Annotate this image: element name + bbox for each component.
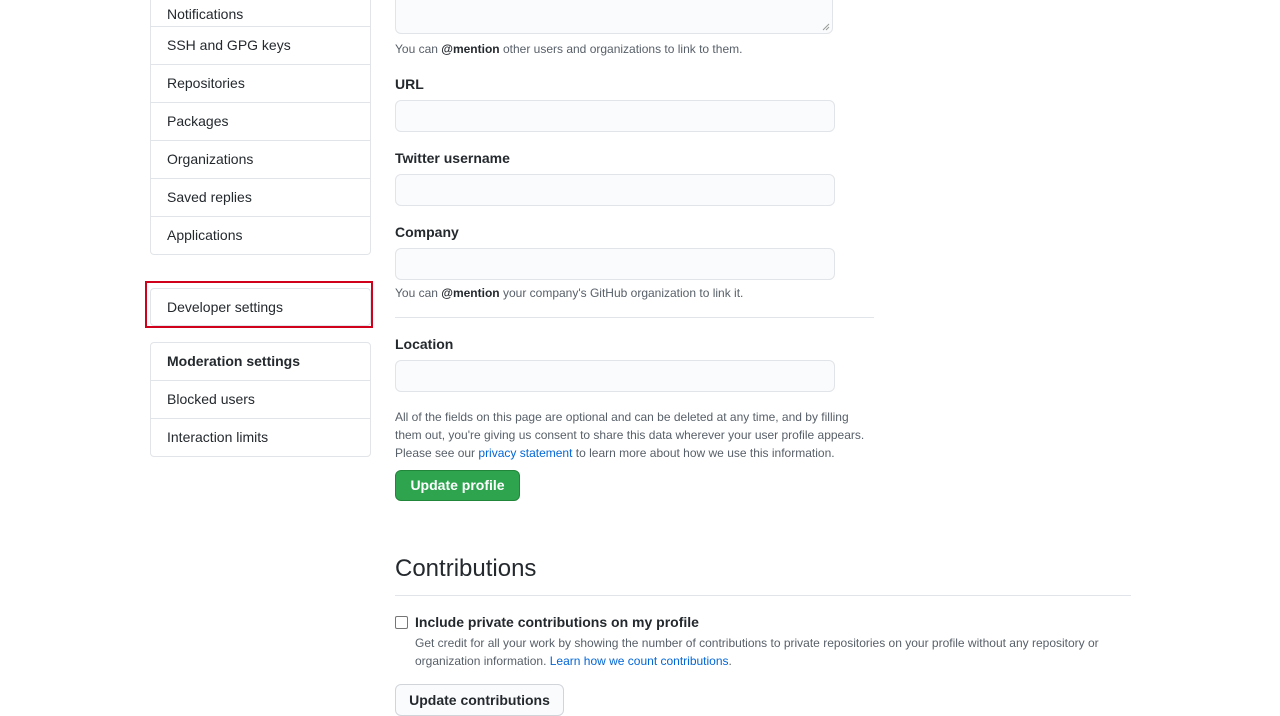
bio-note: You can @mention other users and organiz… (395, 42, 743, 56)
sidebar-item-repositories[interactable]: Repositories (151, 65, 370, 103)
private-contributions-description: Get credit for all your work by showing … (415, 636, 1099, 668)
update-profile-button[interactable]: Update profile (395, 470, 520, 501)
sidebar-item-saved-replies[interactable]: Saved replies (151, 179, 370, 217)
moderation-nav: Moderation settings Blocked users Intera… (150, 342, 371, 457)
sidebar-item-applications[interactable]: Applications (151, 217, 370, 254)
settings-nav: Notifications SSH and GPG keys Repositor… (150, 0, 371, 255)
bio-textarea[interactable] (395, 0, 833, 34)
sidebar-item-packages[interactable]: Packages (151, 103, 370, 141)
sidebar-item-notifications[interactable]: Notifications (151, 0, 370, 27)
private-contributions-checkbox[interactable] (395, 616, 408, 629)
company-note: You can @mention your company's GitHub o… (395, 286, 744, 300)
privacy-disclaimer: All of the fields on this page are optio… (395, 410, 865, 460)
update-contributions-button[interactable]: Update contributions (395, 684, 564, 716)
sidebar-item-interaction-limits[interactable]: Interaction limits (151, 419, 370, 456)
sidebar-item-blocked-users[interactable]: Blocked users (151, 381, 370, 419)
moderation-settings-header: Moderation settings (151, 343, 370, 381)
developer-settings-nav: Developer settings (150, 288, 371, 326)
location-label: Location (395, 336, 454, 352)
sidebar-item-ssh-gpg-keys[interactable]: SSH and GPG keys (151, 27, 370, 65)
sidebar-item-developer-settings[interactable]: Developer settings (151, 289, 370, 325)
company-input[interactable] (395, 248, 835, 280)
privacy-statement-link[interactable]: privacy statement (478, 446, 572, 460)
twitter-label: Twitter username (395, 150, 510, 166)
form-divider (395, 317, 874, 318)
contributions-heading: Contributions (395, 555, 537, 582)
resize-grip-icon[interactable] (822, 23, 830, 31)
learn-contributions-link[interactable]: Learn how we count contributions (550, 654, 729, 668)
private-contributions-label[interactable]: Include private contributions on my prof… (415, 614, 699, 630)
sidebar-item-organizations[interactable]: Organizations (151, 141, 370, 179)
url-label: URL (395, 76, 424, 92)
company-label: Company (395, 224, 459, 240)
twitter-input[interactable] (395, 174, 835, 206)
section-divider (395, 595, 1131, 596)
location-input[interactable] (395, 360, 835, 392)
url-input[interactable] (395, 100, 835, 132)
